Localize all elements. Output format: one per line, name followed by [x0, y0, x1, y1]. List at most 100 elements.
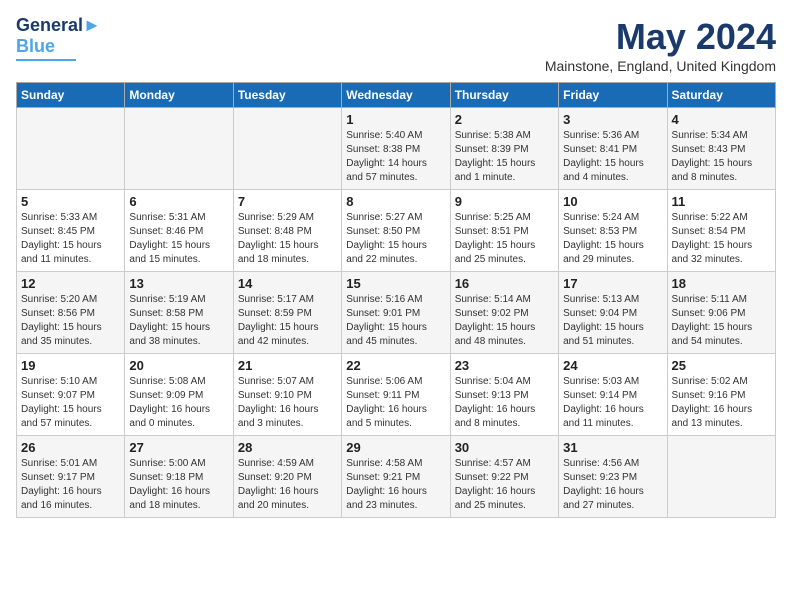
title-block: May 2024 Mainstone, England, United King…	[545, 16, 776, 74]
calendar-week-4: 19Sunrise: 5:10 AM Sunset: 9:07 PM Dayli…	[17, 354, 776, 436]
cell-content: Sunrise: 5:22 AM Sunset: 8:54 PM Dayligh…	[672, 211, 771, 267]
calendar-cell: 26 Sunrise: 5:01 AM Sunset: 9:17 PM Dayli…	[17, 436, 125, 518]
day-number: 30	[455, 440, 554, 455]
calendar-week-5: 26 Sunrise: 5:01 AM Sunset: 9:17 PM Dayli…	[17, 436, 776, 518]
calendar-cell: 13 Sunrise: 5:19 AM Sunset: 8:58 PM Dayli…	[125, 272, 233, 354]
cell-content: Sunrise: 5:24 AM Sunset: 8:53 PM Dayligh…	[563, 211, 662, 267]
calendar-cell: 9 Sunrise: 5:25 AM Sunset: 8:51 PM Daylig…	[450, 190, 558, 272]
calendar-cell: 10 Sunrise: 5:24 AM Sunset: 8:53 PM Dayli…	[559, 190, 667, 272]
calendar-cell	[125, 108, 233, 190]
calendar-cell: 30 Sunrise: 4:57 AM Sunset: 9:22 PM Dayli…	[450, 436, 558, 518]
calendar-cell: 1Sunrise: 5:40 AM Sunset: 8:38 PM Daylig…	[342, 108, 450, 190]
cell-content: Sunrise: 5:11 AM Sunset: 9:06 PM Dayligh…	[672, 293, 771, 349]
cell-content: Sunrise: 5:06 AM Sunset: 9:11 PM Dayligh…	[346, 375, 445, 431]
calendar-week-3: 12 Sunrise: 5:20 AM Sunset: 8:56 PM Dayli…	[17, 272, 776, 354]
cell-content: Sunrise: 5:33 AM Sunset: 8:45 PM Dayligh…	[21, 211, 120, 267]
calendar-cell: 6 Sunrise: 5:31 AM Sunset: 8:46 PM Daylig…	[125, 190, 233, 272]
cell-content: Sunrise: 5:36 AM Sunset: 8:41 PM Dayligh…	[563, 129, 662, 185]
header-sunday: Sunday	[17, 83, 125, 108]
header-friday: Friday	[559, 83, 667, 108]
day-number: 20	[129, 358, 228, 373]
cell-content: Sunrise: 4:56 AM Sunset: 9:23 PM Dayligh…	[563, 457, 662, 513]
calendar-cell: 19Sunrise: 5:10 AM Sunset: 9:07 PM Dayli…	[17, 354, 125, 436]
day-number: 2	[455, 112, 554, 127]
calendar-week-1: 1Sunrise: 5:40 AM Sunset: 8:38 PM Daylig…	[17, 108, 776, 190]
day-number: 9	[455, 194, 554, 209]
day-number: 18	[672, 276, 771, 291]
day-number: 26	[21, 440, 120, 455]
day-number: 22	[346, 358, 445, 373]
calendar-cell: 20 Sunrise: 5:08 AM Sunset: 9:09 PM Dayli…	[125, 354, 233, 436]
calendar-cell: 24Sunrise: 5:03 AM Sunset: 9:14 PM Dayli…	[559, 354, 667, 436]
day-number: 14	[238, 276, 337, 291]
day-number: 27	[129, 440, 228, 455]
day-number: 8	[346, 194, 445, 209]
cell-content: Sunrise: 5:27 AM Sunset: 8:50 PM Dayligh…	[346, 211, 445, 267]
day-number: 15	[346, 276, 445, 291]
page-header: General► Blue May 2024 Mainstone, Englan…	[16, 16, 776, 74]
calendar-cell: 8 Sunrise: 5:27 AM Sunset: 8:50 PM Daylig…	[342, 190, 450, 272]
calendar-header-row: SundayMondayTuesdayWednesdayThursdayFrid…	[17, 83, 776, 108]
day-number: 4	[672, 112, 771, 127]
calendar-cell: 21Sunrise: 5:07 AM Sunset: 9:10 PM Dayli…	[233, 354, 341, 436]
day-number: 16	[455, 276, 554, 291]
day-number: 7	[238, 194, 337, 209]
day-number: 23	[455, 358, 554, 373]
day-number: 5	[21, 194, 120, 209]
calendar-body: 1Sunrise: 5:40 AM Sunset: 8:38 PM Daylig…	[17, 108, 776, 518]
calendar-cell: 5 Sunrise: 5:33 AM Sunset: 8:45 PM Daylig…	[17, 190, 125, 272]
logo-blue: Blue	[16, 36, 55, 57]
day-number: 13	[129, 276, 228, 291]
cell-content: Sunrise: 5:40 AM Sunset: 8:38 PM Dayligh…	[346, 129, 445, 185]
day-number: 28	[238, 440, 337, 455]
cell-content: Sunrise: 5:01 AM Sunset: 9:17 PM Dayligh…	[21, 457, 120, 513]
calendar-cell: 23 Sunrise: 5:04 AM Sunset: 9:13 PM Dayli…	[450, 354, 558, 436]
calendar-week-2: 5 Sunrise: 5:33 AM Sunset: 8:45 PM Daylig…	[17, 190, 776, 272]
day-number: 11	[672, 194, 771, 209]
day-number: 10	[563, 194, 662, 209]
cell-content: Sunrise: 4:57 AM Sunset: 9:22 PM Dayligh…	[455, 457, 554, 513]
cell-content: Sunrise: 5:02 AM Sunset: 9:16 PM Dayligh…	[672, 375, 771, 431]
calendar-cell: 12 Sunrise: 5:20 AM Sunset: 8:56 PM Dayli…	[17, 272, 125, 354]
cell-content: Sunrise: 5:08 AM Sunset: 9:09 PM Dayligh…	[129, 375, 228, 431]
calendar-cell	[667, 436, 775, 518]
cell-content: Sunrise: 5:04 AM Sunset: 9:13 PM Dayligh…	[455, 375, 554, 431]
cell-content: Sunrise: 5:07 AM Sunset: 9:10 PM Dayligh…	[238, 375, 337, 431]
cell-content: Sunrise: 5:16 AM Sunset: 9:01 PM Dayligh…	[346, 293, 445, 349]
logo-text: General►	[16, 16, 101, 36]
day-number: 24	[563, 358, 662, 373]
calendar-cell: 17 Sunrise: 5:13 AM Sunset: 9:04 PM Dayli…	[559, 272, 667, 354]
cell-content: Sunrise: 5:29 AM Sunset: 8:48 PM Dayligh…	[238, 211, 337, 267]
calendar-cell: 22 Sunrise: 5:06 AM Sunset: 9:11 PM Dayli…	[342, 354, 450, 436]
day-number: 3	[563, 112, 662, 127]
calendar-cell	[233, 108, 341, 190]
calendar-cell: 29Sunrise: 4:58 AM Sunset: 9:21 PM Dayli…	[342, 436, 450, 518]
cell-content: Sunrise: 5:19 AM Sunset: 8:58 PM Dayligh…	[129, 293, 228, 349]
calendar-cell: 28 Sunrise: 4:59 AM Sunset: 9:20 PM Dayli…	[233, 436, 341, 518]
calendar-cell: 16 Sunrise: 5:14 AM Sunset: 9:02 PM Dayli…	[450, 272, 558, 354]
cell-content: Sunrise: 5:31 AM Sunset: 8:46 PM Dayligh…	[129, 211, 228, 267]
cell-content: Sunrise: 5:10 AM Sunset: 9:07 PM Dayligh…	[21, 375, 120, 431]
calendar-cell: 2 Sunrise: 5:38 AM Sunset: 8:39 PM Daylig…	[450, 108, 558, 190]
day-number: 31	[563, 440, 662, 455]
calendar-cell: 25Sunrise: 5:02 AM Sunset: 9:16 PM Dayli…	[667, 354, 775, 436]
header-saturday: Saturday	[667, 83, 775, 108]
cell-content: Sunrise: 4:58 AM Sunset: 9:21 PM Dayligh…	[346, 457, 445, 513]
cell-content: Sunrise: 5:38 AM Sunset: 8:39 PM Dayligh…	[455, 129, 554, 185]
cell-content: Sunrise: 5:14 AM Sunset: 9:02 PM Dayligh…	[455, 293, 554, 349]
calendar-cell: 27Sunrise: 5:00 AM Sunset: 9:18 PM Dayli…	[125, 436, 233, 518]
calendar-cell: 4 Sunrise: 5:34 AM Sunset: 8:43 PM Daylig…	[667, 108, 775, 190]
calendar-table: SundayMondayTuesdayWednesdayThursdayFrid…	[16, 82, 776, 518]
cell-content: Sunrise: 4:59 AM Sunset: 9:20 PM Dayligh…	[238, 457, 337, 513]
location: Mainstone, England, United Kingdom	[545, 58, 776, 74]
cell-content: Sunrise: 5:13 AM Sunset: 9:04 PM Dayligh…	[563, 293, 662, 349]
day-number: 6	[129, 194, 228, 209]
month-title: May 2024	[545, 16, 776, 58]
day-number: 17	[563, 276, 662, 291]
cell-content: Sunrise: 5:20 AM Sunset: 8:56 PM Dayligh…	[21, 293, 120, 349]
day-number: 12	[21, 276, 120, 291]
cell-content: Sunrise: 5:34 AM Sunset: 8:43 PM Dayligh…	[672, 129, 771, 185]
cell-content: Sunrise: 5:25 AM Sunset: 8:51 PM Dayligh…	[455, 211, 554, 267]
header-tuesday: Tuesday	[233, 83, 341, 108]
calendar-cell: 18 Sunrise: 5:11 AM Sunset: 9:06 PM Dayli…	[667, 272, 775, 354]
